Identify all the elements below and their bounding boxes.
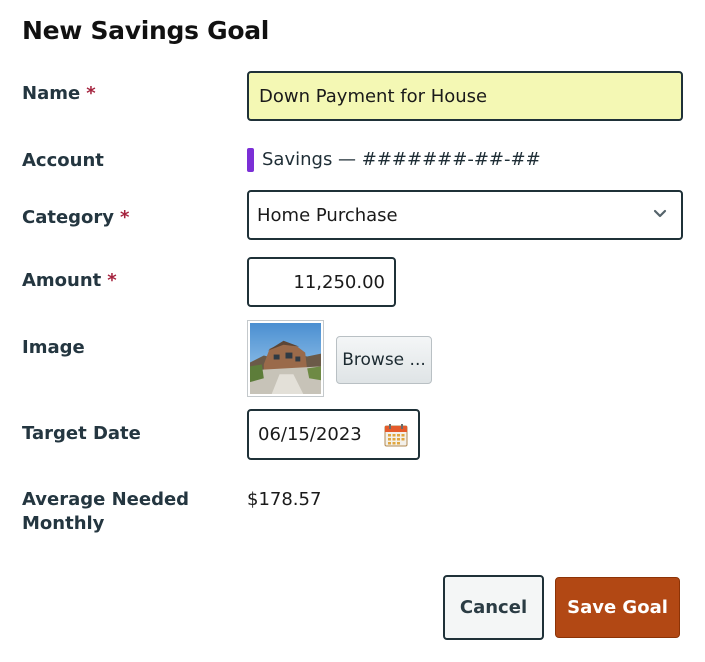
dialog-title: New Savings Goal: [22, 16, 270, 45]
name-input-value: Down Payment for House: [259, 85, 488, 107]
name-label: Name *: [22, 82, 96, 106]
average-needed-label-line1: Average Needed: [22, 489, 190, 510]
average-needed-label-line2: Monthly: [22, 513, 105, 534]
house-photo: [250, 323, 321, 394]
save-goal-button[interactable]: Save Goal: [555, 577, 680, 638]
target-date-value: 06/15/2023: [258, 424, 362, 445]
average-needed-value: $178.57: [247, 489, 322, 510]
category-label: Category *: [22, 206, 129, 230]
category-label-text: Category: [22, 207, 115, 228]
category-select[interactable]: Home Purchase: [247, 190, 683, 240]
browse-button[interactable]: Browse ...: [336, 336, 432, 384]
required-marker: *: [107, 270, 117, 291]
amount-input[interactable]: 11,250.00: [247, 257, 396, 307]
target-date-label: Target Date: [22, 423, 141, 444]
name-input[interactable]: Down Payment for House: [247, 71, 683, 121]
name-label-text: Name: [22, 83, 81, 104]
account-value: Savings — #######-##-##: [262, 149, 541, 170]
amount-input-value: 11,250.00: [293, 271, 385, 293]
amount-label: Amount *: [22, 269, 117, 293]
cancel-button[interactable]: Cancel: [443, 575, 544, 640]
amount-label-text: Amount: [22, 270, 102, 291]
chevron-down-icon[interactable]: [651, 205, 669, 223]
category-selected-value: Home Purchase: [257, 204, 398, 226]
image-label: Image: [22, 337, 85, 358]
target-date-input[interactable]: 06/15/2023: [247, 409, 420, 460]
account-color-marker: [247, 148, 254, 172]
required-marker: *: [120, 207, 130, 228]
account-label: Account: [22, 150, 104, 171]
calendar-icon[interactable]: [384, 423, 408, 447]
required-marker: *: [86, 83, 96, 104]
goal-image-thumbnail[interactable]: [247, 320, 324, 397]
average-needed-label: Average Needed Monthly: [22, 488, 189, 536]
